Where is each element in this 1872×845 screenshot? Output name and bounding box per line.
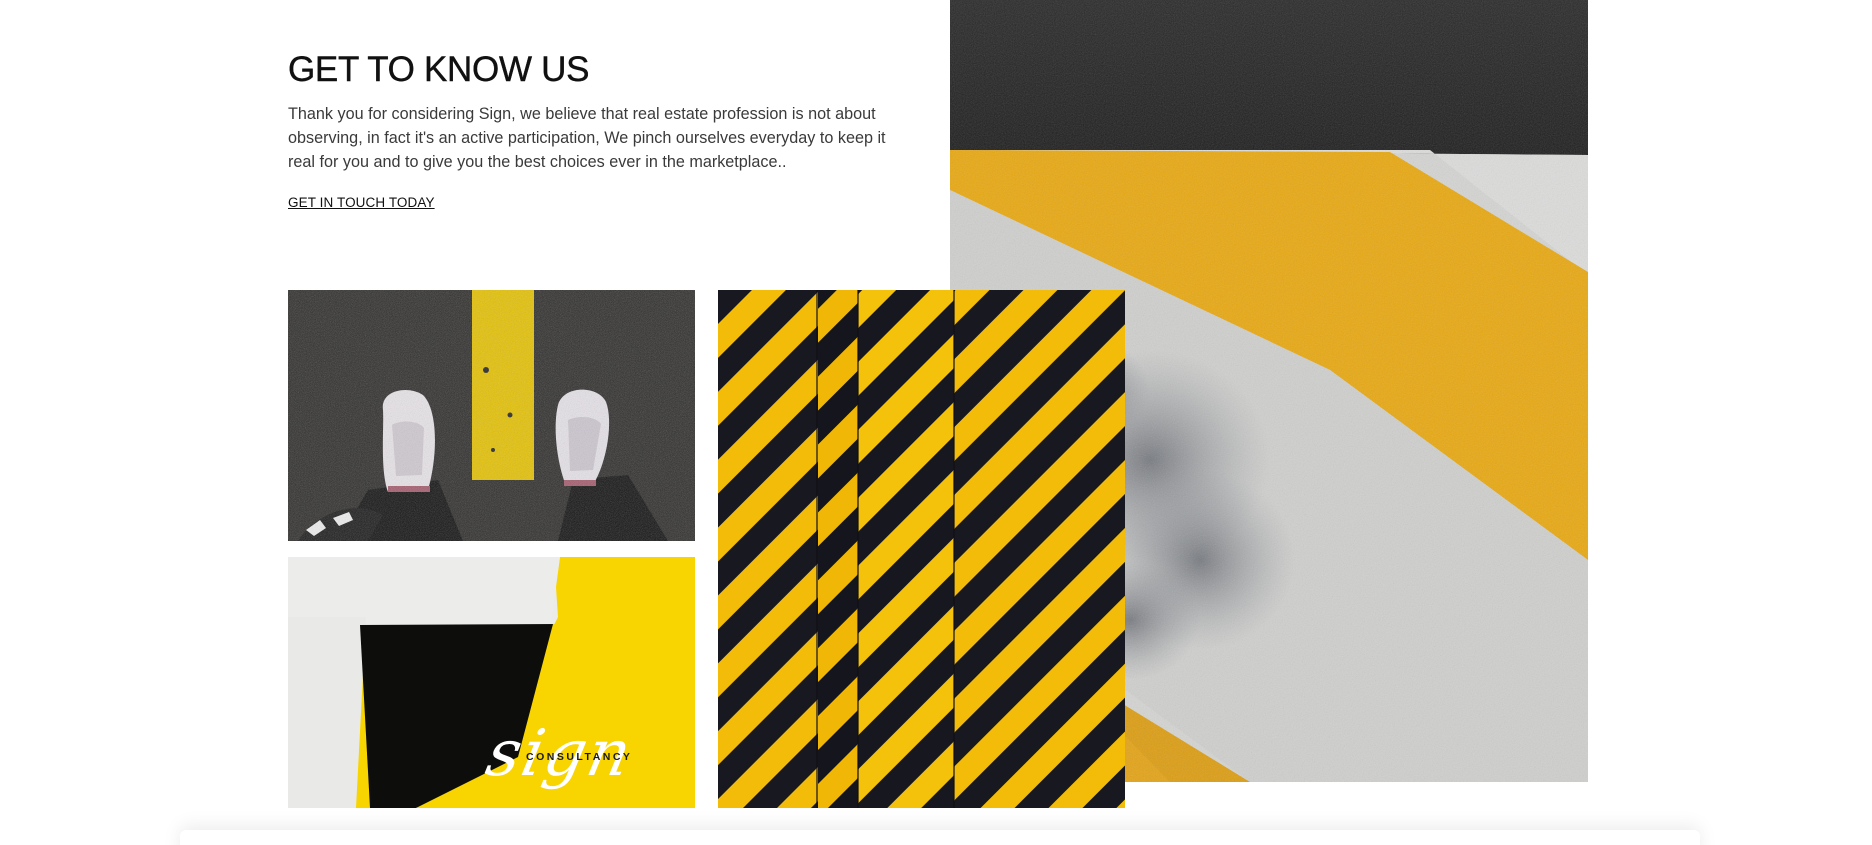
hazard-stripes-illustration	[718, 290, 1125, 808]
sign-logo-subtitle: CONSULTANCY	[526, 751, 633, 763]
section-title: GET TO KNOW US	[288, 50, 590, 89]
sign-consultancy-photo: sign CONSULTANCY	[288, 557, 695, 808]
sign-logo: sign CONSULTANCY	[480, 717, 688, 805]
page: GET TO KNOW US Thank you for considering…	[0, 0, 1872, 845]
about-section: GET TO KNOW US Thank you for considering…	[288, 48, 928, 212]
get-in-touch-link[interactable]: GET IN TOUCH TODAY	[288, 195, 435, 210]
section-description: Thank you for considering Sign, we belie…	[288, 105, 886, 171]
footer-edge	[180, 830, 1700, 845]
sneakers-photo	[288, 290, 695, 541]
hazard-stripes-photo	[718, 290, 1125, 808]
sneakers-illustration	[288, 290, 695, 541]
